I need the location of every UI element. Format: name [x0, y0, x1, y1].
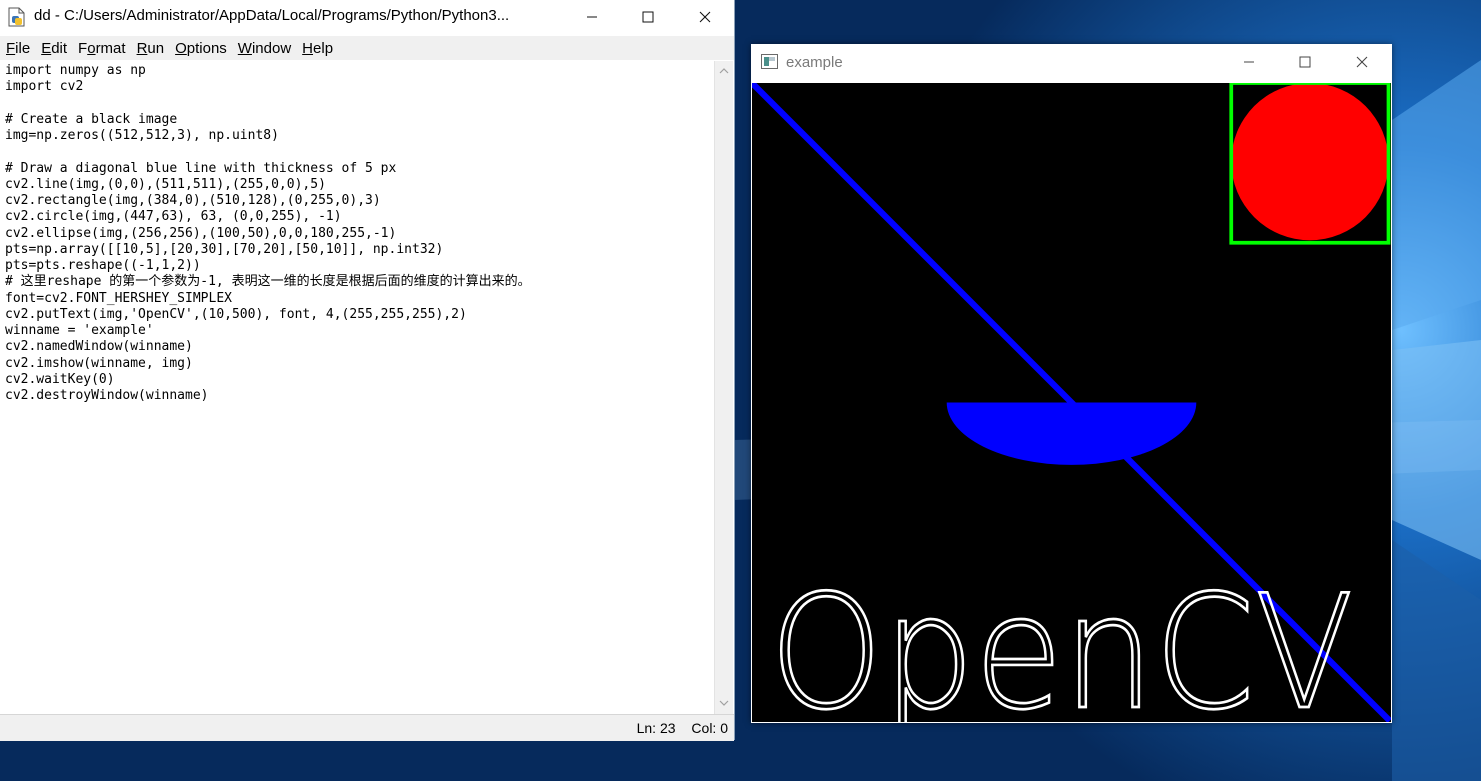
opencv-minimize-button[interactable] [1221, 44, 1277, 80]
minimize-icon [587, 16, 597, 17]
menu-options[interactable]: Options [175, 40, 227, 57]
close-icon [699, 11, 711, 22]
idle-title-bar[interactable]: dd - C:/Users/Administrator/AppData/Loca… [0, 0, 734, 33]
menu-format[interactable]: Format [78, 40, 126, 57]
code-text[interactable]: import numpy as np import cv2 # Create a… [5, 63, 531, 404]
idle-minimize-button[interactable] [564, 0, 620, 33]
idle-maximize-button[interactable] [620, 0, 676, 33]
menu-run[interactable]: Run [137, 40, 165, 57]
idle-editor-window: dd - C:/Users/Administrator/AppData/Loca… [0, 0, 735, 741]
status-bar: Ln: 23 Col: 0 [0, 714, 734, 741]
status-column: Col: 0 [691, 720, 728, 736]
idle-menu-bar: File Edit Format Run Options Window Help [0, 36, 734, 60]
idle-close-button[interactable] [677, 0, 733, 33]
maximize-icon [642, 11, 654, 22]
menu-help[interactable]: Help [302, 40, 333, 57]
status-line: Ln: 23 [636, 720, 676, 736]
scroll-up-arrow-icon[interactable] [719, 67, 729, 75]
opencv-image-text: OpenCV [769, 562, 1353, 722]
window-app-icon [761, 54, 778, 69]
minimize-icon [1244, 61, 1254, 63]
menu-file[interactable]: File [6, 40, 30, 57]
code-editor[interactable]: import numpy as np import cv2 # Create a… [0, 61, 714, 714]
opencv-maximize-button[interactable] [1277, 44, 1333, 80]
idle-file-icon [8, 7, 25, 27]
opencv-title-bar[interactable]: example [751, 44, 1392, 82]
red-circle [1231, 83, 1389, 241]
opencv-window: example OpenCV [751, 44, 1392, 723]
opencv-close-button[interactable] [1334, 44, 1390, 80]
close-icon [1356, 56, 1368, 68]
menu-edit[interactable]: Edit [41, 40, 67, 57]
menu-window[interactable]: Window [238, 40, 291, 57]
idle-window-title: dd - C:/Users/Administrator/AppData/Loca… [34, 7, 510, 24]
opencv-window-title: example [786, 54, 843, 71]
vertical-scrollbar[interactable] [714, 61, 733, 714]
scroll-down-arrow-icon[interactable] [719, 699, 729, 707]
opencv-image: OpenCV [752, 83, 1391, 722]
maximize-icon [1299, 56, 1311, 68]
